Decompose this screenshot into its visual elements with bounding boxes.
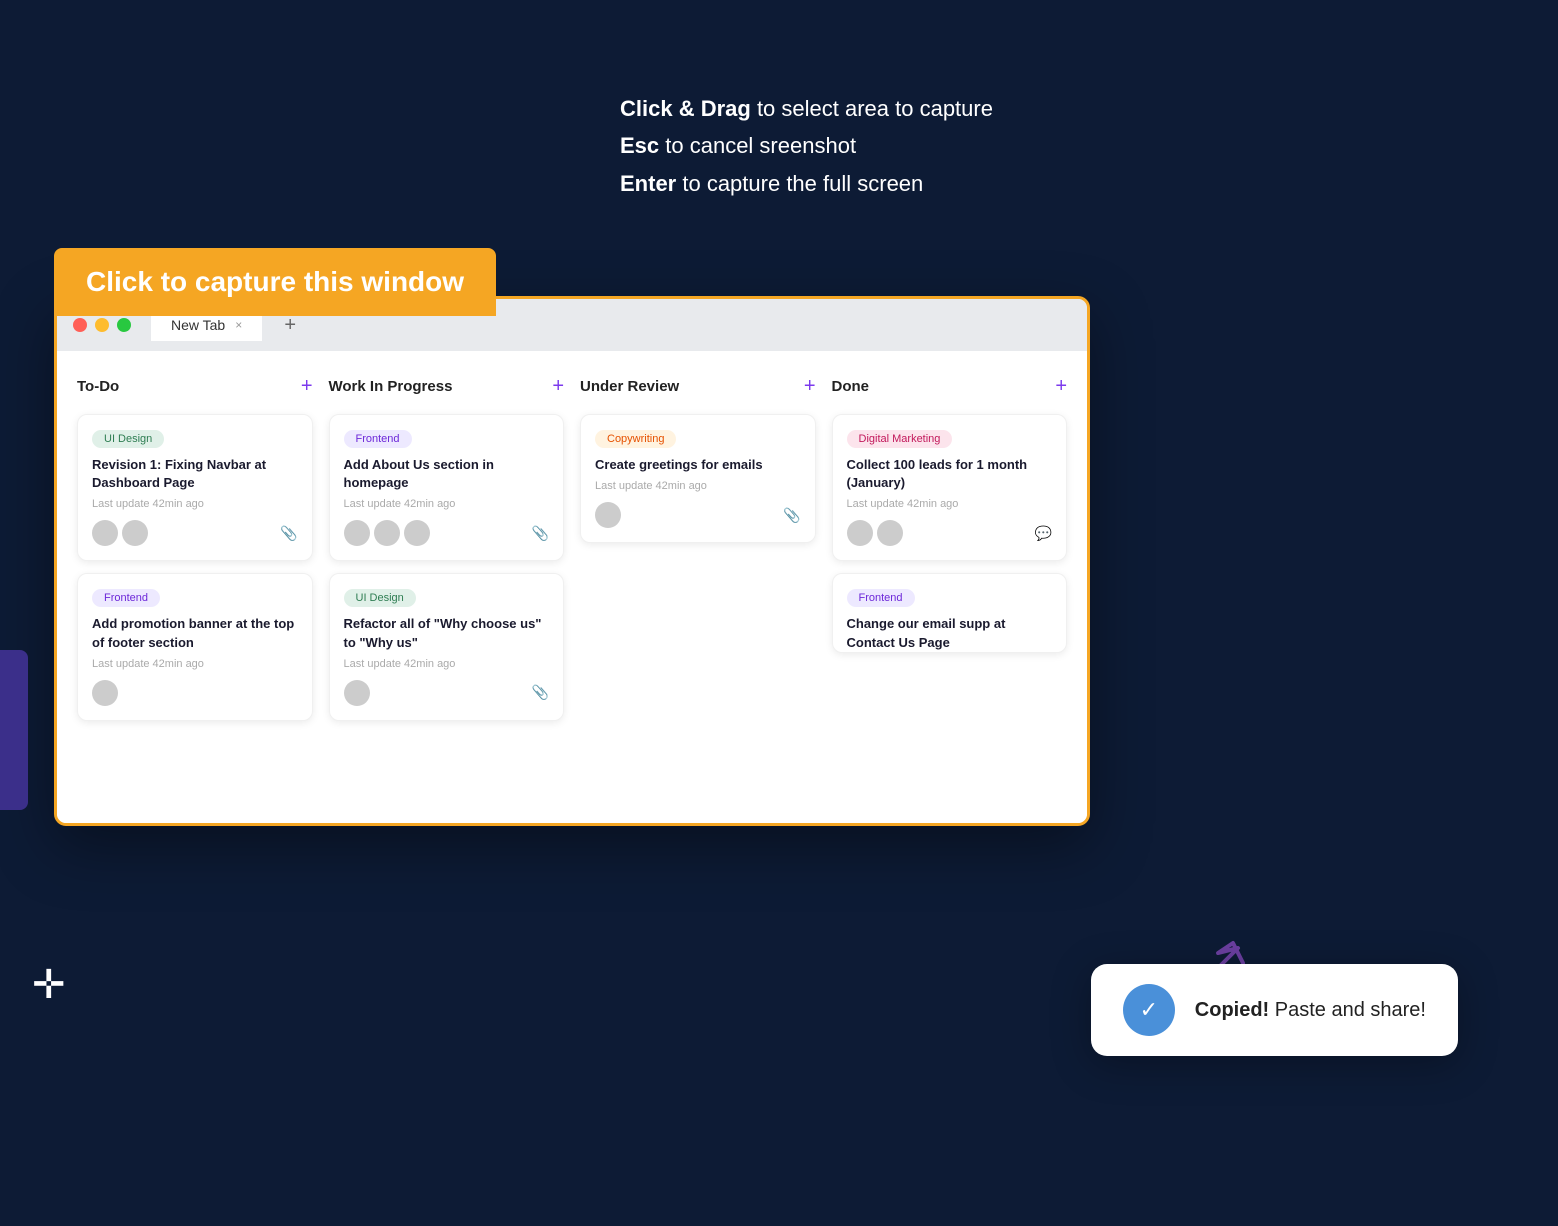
instruction-line-3: Enter to capture the full screen: [620, 165, 993, 202]
avatar: [92, 520, 118, 546]
card-tag: Copywriting: [595, 430, 676, 448]
card-avatars: [595, 502, 625, 528]
card-tag: UI Design: [92, 430, 164, 448]
browser-window: New Tab × + To-Do + UI Design Revision 1…: [54, 296, 1090, 826]
column-wip-header: Work In Progress +: [329, 375, 565, 398]
instruction-esc-rest: to cancel sreenshot: [659, 133, 856, 158]
avatar: [344, 520, 370, 546]
toast-bold: Copied!: [1195, 999, 1269, 1021]
traffic-lights: [73, 318, 131, 332]
instruction-drag-rest: to select area to capture: [751, 96, 993, 121]
instruction-enter-bold: Enter: [620, 171, 676, 196]
column-todo-header: To-Do +: [77, 375, 313, 398]
capture-window-label[interactable]: Click to capture this window: [54, 248, 496, 316]
chat-icon: 💬: [1035, 525, 1052, 542]
card-title: Refactor all of "Why choose us" to "Why …: [344, 615, 550, 651]
column-wip-add[interactable]: +: [552, 375, 564, 398]
card-tag: Frontend: [344, 430, 412, 448]
column-done-title: Done: [832, 378, 870, 395]
instruction-line-1: Click & Drag to select area to capture: [620, 90, 993, 127]
avatar: [847, 520, 873, 546]
attachment-icon: 📎: [783, 507, 800, 524]
card-tag: Frontend: [847, 589, 915, 607]
column-done-add[interactable]: +: [1055, 375, 1067, 398]
tab-close-button[interactable]: ×: [235, 318, 242, 332]
card-footer: 📎: [344, 680, 550, 706]
maximize-button[interactable]: [117, 318, 131, 332]
column-wip-title: Work In Progress: [329, 378, 453, 395]
card-title: Add About Us section in homepage: [344, 456, 550, 492]
card-done-1[interactable]: Digital Marketing Collect 100 leads for …: [832, 414, 1068, 561]
avatar: [374, 520, 400, 546]
card-wip-1[interactable]: Frontend Add About Us section in homepag…: [329, 414, 565, 561]
card-meta: Last update 42min ago: [92, 498, 298, 510]
card-title: Collect 100 leads for 1 month (January): [847, 456, 1053, 492]
avatar: [595, 502, 621, 528]
column-done: Done + Digital Marketing Collect 100 lea…: [832, 375, 1068, 799]
column-wip: Work In Progress + Frontend Add About Us…: [329, 375, 565, 799]
minimize-button[interactable]: [95, 318, 109, 332]
close-button[interactable]: [73, 318, 87, 332]
column-review-add[interactable]: +: [804, 375, 816, 398]
avatar: [344, 680, 370, 706]
card-footer: 📎: [595, 502, 801, 528]
instruction-drag-bold: Click & Drag: [620, 96, 751, 121]
avatar: [404, 520, 430, 546]
instruction-enter-rest: to capture the full screen: [676, 171, 923, 196]
card-todo-1[interactable]: UI Design Revision 1: Fixing Navbar at D…: [77, 414, 313, 561]
sidebar-strip: [0, 650, 28, 810]
toast-text: Copied! Paste and share!: [1195, 999, 1426, 1022]
avatar: [122, 520, 148, 546]
card-wip-2[interactable]: UI Design Refactor all of "Why choose us…: [329, 573, 565, 720]
kanban-board: To-Do + UI Design Revision 1: Fixing Nav…: [57, 351, 1087, 823]
column-todo-add[interactable]: +: [301, 375, 313, 398]
avatar: [92, 680, 118, 706]
copied-toast: ✓ Copied! Paste and share!: [1091, 964, 1458, 1056]
column-todo-title: To-Do: [77, 378, 119, 395]
card-meta: Last update 42min ago: [92, 658, 298, 670]
card-title: Add promotion banner at the top of foote…: [92, 615, 298, 651]
column-todo: To-Do + UI Design Revision 1: Fixing Nav…: [77, 375, 313, 799]
column-done-header: Done +: [832, 375, 1068, 398]
card-title: Change our email supp at Contact Us Page: [847, 615, 1053, 651]
instructions-panel: Click & Drag to select area to capture E…: [620, 90, 993, 202]
attachment-icon: 📎: [280, 525, 297, 542]
tab-title: New Tab: [171, 317, 225, 333]
instruction-esc-bold: Esc: [620, 133, 659, 158]
card-meta: Last update 42min ago: [595, 480, 801, 492]
card-meta: Last update 42min ago: [344, 658, 550, 670]
avatar: [877, 520, 903, 546]
card-title: Create greetings for emails: [595, 456, 801, 474]
card-footer: 💬: [847, 520, 1053, 546]
card-avatars: [92, 520, 152, 546]
card-avatars: [92, 680, 122, 706]
card-meta: Last update 42min ago: [344, 498, 550, 510]
card-footer: 📎: [344, 520, 550, 546]
column-review: Under Review + Copywriting Create greeti…: [580, 375, 816, 799]
card-done-2[interactable]: Frontend Change our email supp at Contac…: [832, 573, 1068, 653]
column-review-header: Under Review +: [580, 375, 816, 398]
copied-checkmark-icon: ✓: [1123, 984, 1175, 1036]
attachment-icon: 📎: [532, 525, 549, 542]
card-tag: UI Design: [344, 589, 416, 607]
column-review-title: Under Review: [580, 378, 679, 395]
attachment-icon: 📎: [532, 684, 549, 701]
card-footer: 📎: [92, 520, 298, 546]
card-review-1[interactable]: Copywriting Create greetings for emails …: [580, 414, 816, 543]
card-avatars: [847, 520, 907, 546]
card-avatars: [344, 520, 434, 546]
card-tag: Frontend: [92, 589, 160, 607]
card-todo-2[interactable]: Frontend Add promotion banner at the top…: [77, 573, 313, 720]
card-tag: Digital Marketing: [847, 430, 953, 448]
card-meta: Last update 42min ago: [847, 498, 1053, 510]
card-title: Revision 1: Fixing Navbar at Dashboard P…: [92, 456, 298, 492]
card-avatars: [344, 680, 374, 706]
toast-rest: Paste and share!: [1269, 999, 1426, 1021]
crosshair-cursor: ✛: [32, 962, 66, 1008]
instruction-line-2: Esc to cancel sreenshot: [620, 127, 993, 164]
card-footer: [92, 680, 298, 706]
